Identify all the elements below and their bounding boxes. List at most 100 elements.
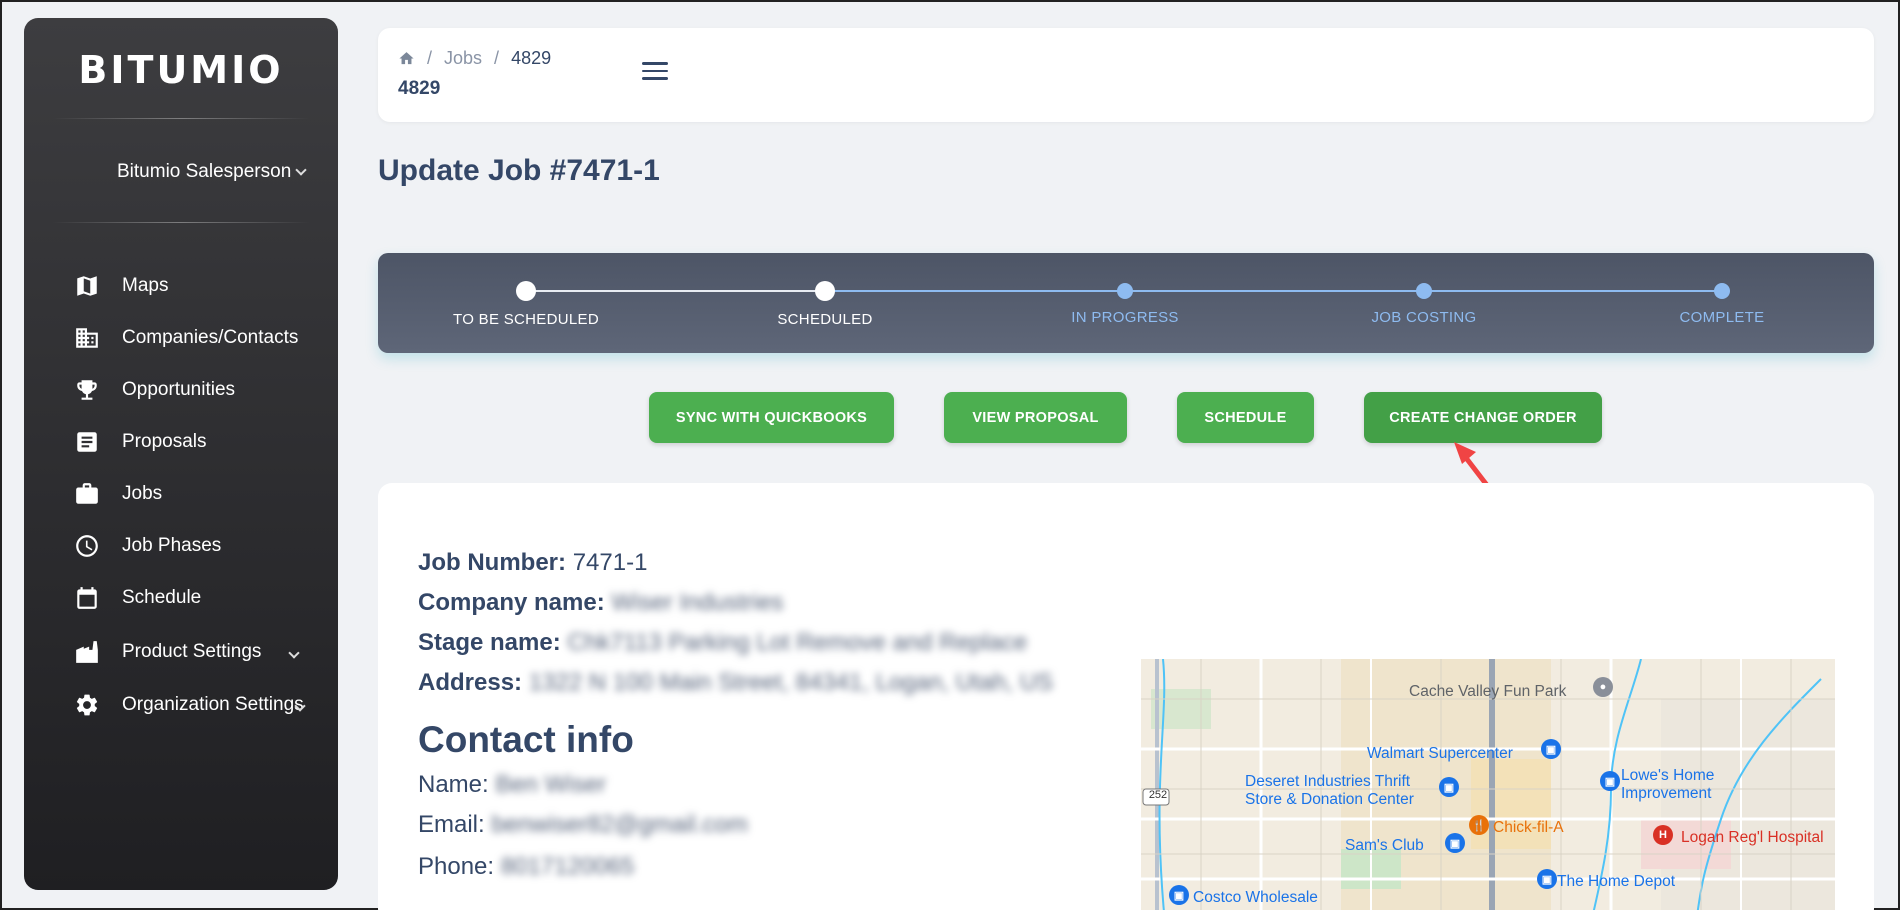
- map-icon: [72, 271, 102, 301]
- contact-name-label: Name:: [418, 771, 489, 798]
- divider: [52, 222, 310, 223]
- document-icon: [72, 427, 102, 457]
- address-value: 1322 N 100 Main Street, 84341, Logan, Ut…: [528, 669, 1054, 696]
- sidebar-item-label: Maps: [122, 275, 169, 296]
- map-place-sams-club[interactable]: Sam's Club: [1345, 837, 1424, 855]
- shopping-bag-icon[interactable]: ▣: [1600, 771, 1620, 791]
- step-label: COMPLETE: [1679, 309, 1765, 326]
- contact-phone-value[interactable]: 8017120065: [501, 853, 634, 880]
- schedule-button[interactable]: SCHEDULE: [1177, 392, 1314, 443]
- shopping-bag-icon[interactable]: ▣: [1537, 869, 1557, 889]
- contact-heading: Contact info: [418, 719, 634, 760]
- company-row: Company name: Wiser Industries: [418, 589, 783, 617]
- brand-logo[interactable]: BITUMIO: [24, 48, 338, 92]
- map-place-fun-park[interactable]: Cache Valley Fun Park: [1409, 683, 1566, 701]
- map-place-home-depot[interactable]: The Home Depot: [1557, 873, 1675, 891]
- contact-name-value: Ben Wiser: [495, 771, 607, 798]
- sidebar-item-maps[interactable]: Maps: [24, 264, 338, 308]
- map-place-chickfila[interactable]: Chick-fil-A: [1493, 819, 1564, 837]
- step-dot: [1416, 283, 1432, 299]
- step-label: JOB COSTING: [1371, 309, 1477, 326]
- contact-phone-label: Phone:: [418, 853, 495, 880]
- job-details-card: Job Number: 7471-1 Company name: Wiser I…: [378, 483, 1874, 910]
- address-row: Address: 1322 N 100 Main Street, 84341, …: [418, 669, 1053, 697]
- breadcrumb-jobs[interactable]: Jobs: [444, 48, 482, 69]
- stage-row: Stage name: Chk7113 Parking Lot Remove a…: [418, 629, 1027, 657]
- restaurant-icon[interactable]: 🍴: [1469, 815, 1489, 835]
- sidebar-item-proposals[interactable]: Proposals: [24, 420, 338, 464]
- step-dot: [516, 281, 536, 301]
- contact-name-row: Name: Ben Wiser: [418, 771, 606, 799]
- breadcrumb-current: 4829: [511, 48, 552, 68]
- sync-quickbooks-button[interactable]: SYNC WITH QUICKBOOKS: [649, 392, 894, 443]
- map-place-deseret-2: Store & Donation Center: [1245, 791, 1414, 808]
- step-label: SCHEDULED: [777, 311, 873, 328]
- briefcase-icon: [72, 479, 102, 509]
- map-pin-icon[interactable]: ●: [1593, 677, 1613, 697]
- map-place-walmart[interactable]: Walmart Supercenter: [1367, 745, 1513, 763]
- step-dot: [1117, 283, 1133, 299]
- map-place-lowes-2: Improvement: [1621, 785, 1712, 802]
- job-status-stepper: TO BE SCHEDULED SCHEDULED IN PROGRESS JO…: [378, 253, 1874, 353]
- hospital-icon[interactable]: H: [1653, 825, 1673, 845]
- header-title: 4829: [398, 78, 441, 99]
- gear-icon: [72, 690, 102, 720]
- step-in-progress[interactable]: IN PROGRESS: [1005, 281, 1245, 326]
- job-number-value: 7471-1: [572, 549, 648, 576]
- user-menu[interactable]: Bitumio Salesperson: [117, 161, 307, 183]
- location-map[interactable]: 252 Cache Valley Fun Park ● Walmart Supe…: [1141, 659, 1835, 910]
- map-place-hospital[interactable]: Logan Reg'l Hospital: [1681, 829, 1824, 847]
- view-proposal-button[interactable]: VIEW PROPOSAL: [944, 392, 1127, 443]
- step-job-costing[interactable]: JOB COSTING: [1304, 281, 1544, 326]
- sidebar-item-product-settings[interactable]: Product Settings: [24, 630, 338, 674]
- clock-icon: [72, 531, 102, 561]
- sidebar: BITUMIO Bitumio Salesperson Maps Compani…: [24, 18, 338, 890]
- chevron-down-icon: [294, 697, 306, 713]
- sidebar-item-schedule[interactable]: Schedule: [24, 576, 338, 620]
- contact-email-value[interactable]: benwiser82@gmail.com: [491, 811, 747, 838]
- step-to-be-scheduled[interactable]: TO BE SCHEDULED: [406, 281, 646, 328]
- step-dot: [815, 281, 835, 301]
- shopping-bag-icon[interactable]: ▣: [1169, 885, 1189, 905]
- hamburger-menu-icon[interactable]: [642, 62, 668, 85]
- sidebar-item-companies[interactable]: Companies/Contacts: [24, 316, 338, 360]
- sidebar-item-label: Proposals: [122, 431, 207, 452]
- step-complete[interactable]: COMPLETE: [1602, 281, 1842, 326]
- shopping-bag-icon[interactable]: ▣: [1541, 739, 1561, 759]
- shopping-bag-icon[interactable]: ▣: [1439, 777, 1459, 797]
- sidebar-item-label: Opportunities: [122, 379, 236, 400]
- breadcrumb-separator: /: [427, 48, 433, 68]
- divider: [52, 118, 310, 119]
- home-icon[interactable]: [398, 50, 415, 67]
- trophy-icon: [72, 375, 102, 405]
- map-place-deseret[interactable]: Deseret Industries Thrift: [1245, 773, 1410, 791]
- factory-icon: [72, 637, 102, 667]
- calendar-icon: [72, 583, 102, 613]
- user-name: Bitumio Salesperson: [117, 161, 292, 182]
- address-label: Address:: [418, 669, 523, 696]
- route-252-label: 252: [1148, 789, 1168, 801]
- map-place-costco[interactable]: Costco Wholesale: [1193, 889, 1318, 907]
- page-title: Update Job #7471-1: [378, 154, 660, 187]
- job-number-row: Job Number: 7471-1: [418, 549, 647, 577]
- step-scheduled[interactable]: SCHEDULED: [705, 281, 945, 328]
- shopping-bag-icon[interactable]: ▣: [1445, 833, 1465, 853]
- job-number-label: Job Number:: [418, 549, 567, 576]
- step-label: IN PROGRESS: [1071, 309, 1179, 326]
- map-place-lowes[interactable]: Lowe's Home: [1621, 767, 1714, 785]
- sidebar-item-organization-settings[interactable]: Organization Settings: [24, 683, 338, 727]
- company-label: Company name:: [418, 589, 605, 616]
- contact-email-row: Email: benwiser82@gmail.com: [418, 811, 748, 839]
- step-dot: [1714, 283, 1730, 299]
- sidebar-item-label: Jobs: [122, 483, 163, 504]
- sidebar-item-opportunities[interactable]: Opportunities: [24, 368, 338, 412]
- sidebar-item-job-phases[interactable]: Job Phases: [24, 524, 338, 568]
- company-value: Wiser Industries: [611, 589, 784, 616]
- sidebar-item-jobs[interactable]: Jobs: [24, 472, 338, 516]
- sidebar-item-label: Product Settings: [122, 641, 262, 662]
- stage-label: Stage name:: [418, 629, 561, 656]
- breadcrumb: / Jobs / 4829: [398, 48, 551, 69]
- building-icon: [72, 323, 102, 353]
- stepper-track-todo: [825, 290, 1722, 292]
- sidebar-item-label: Schedule: [122, 587, 202, 608]
